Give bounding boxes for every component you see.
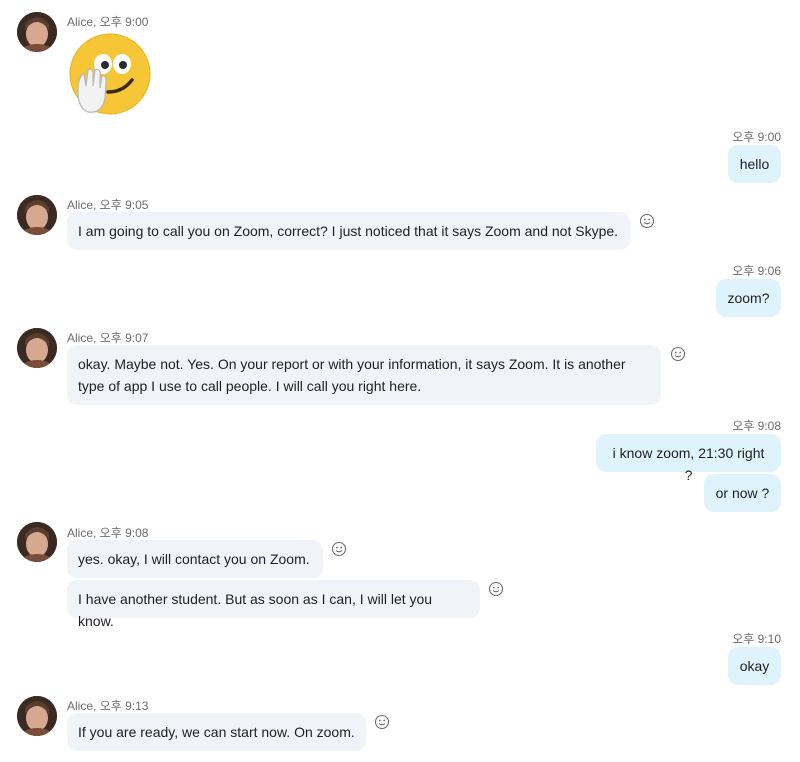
outgoing-message[interactable]: or now ? <box>704 474 781 512</box>
incoming-message[interactable]: If you are ready, we can start now. On z… <box>67 713 366 751</box>
message-meta: Alice, 오후 9:05 <box>67 198 149 212</box>
incoming-message[interactable]: I am going to call you on Zoom, correct?… <box>67 212 630 250</box>
incoming-message[interactable]: yes. okay, I will contact you on Zoom. <box>67 540 323 578</box>
message-meta: 오후 9:08 <box>732 419 781 433</box>
avatar[interactable] <box>17 696 57 736</box>
avatar[interactable] <box>17 328 57 368</box>
smiley-react-icon[interactable] <box>670 346 686 362</box>
message-meta: Alice, 오후 9:13 <box>67 699 149 713</box>
message-meta: Alice, 오후 9:08 <box>67 526 149 540</box>
smiley-react-icon[interactable] <box>488 581 504 597</box>
avatar[interactable] <box>17 522 57 562</box>
smiley-react-icon[interactable] <box>374 714 390 730</box>
outgoing-message[interactable]: okay <box>728 647 781 685</box>
avatar[interactable] <box>17 195 57 235</box>
outgoing-message[interactable]: hello <box>728 145 781 183</box>
waving-smiley-sticker[interactable] <box>68 32 152 116</box>
outgoing-message[interactable]: i know zoom, 21:30 right ? <box>596 434 781 483</box>
incoming-message[interactable]: okay. Maybe not. Yes. On your report or … <box>67 345 661 405</box>
smiley-react-icon[interactable] <box>639 213 655 229</box>
message-meta: 오후 9:00 <box>732 130 781 144</box>
smiley-react-icon[interactable] <box>331 541 347 557</box>
message-meta: 오후 9:10 <box>732 632 781 646</box>
incoming-message[interactable]: I have another student. But as soon as I… <box>67 580 480 629</box>
message-meta: 오후 9:06 <box>732 264 781 278</box>
message-meta: Alice, 오후 9:07 <box>67 331 149 345</box>
avatar[interactable] <box>17 12 57 52</box>
message-meta: Alice, 오후 9:00 <box>67 15 149 29</box>
outgoing-message[interactable]: zoom? <box>716 279 781 317</box>
